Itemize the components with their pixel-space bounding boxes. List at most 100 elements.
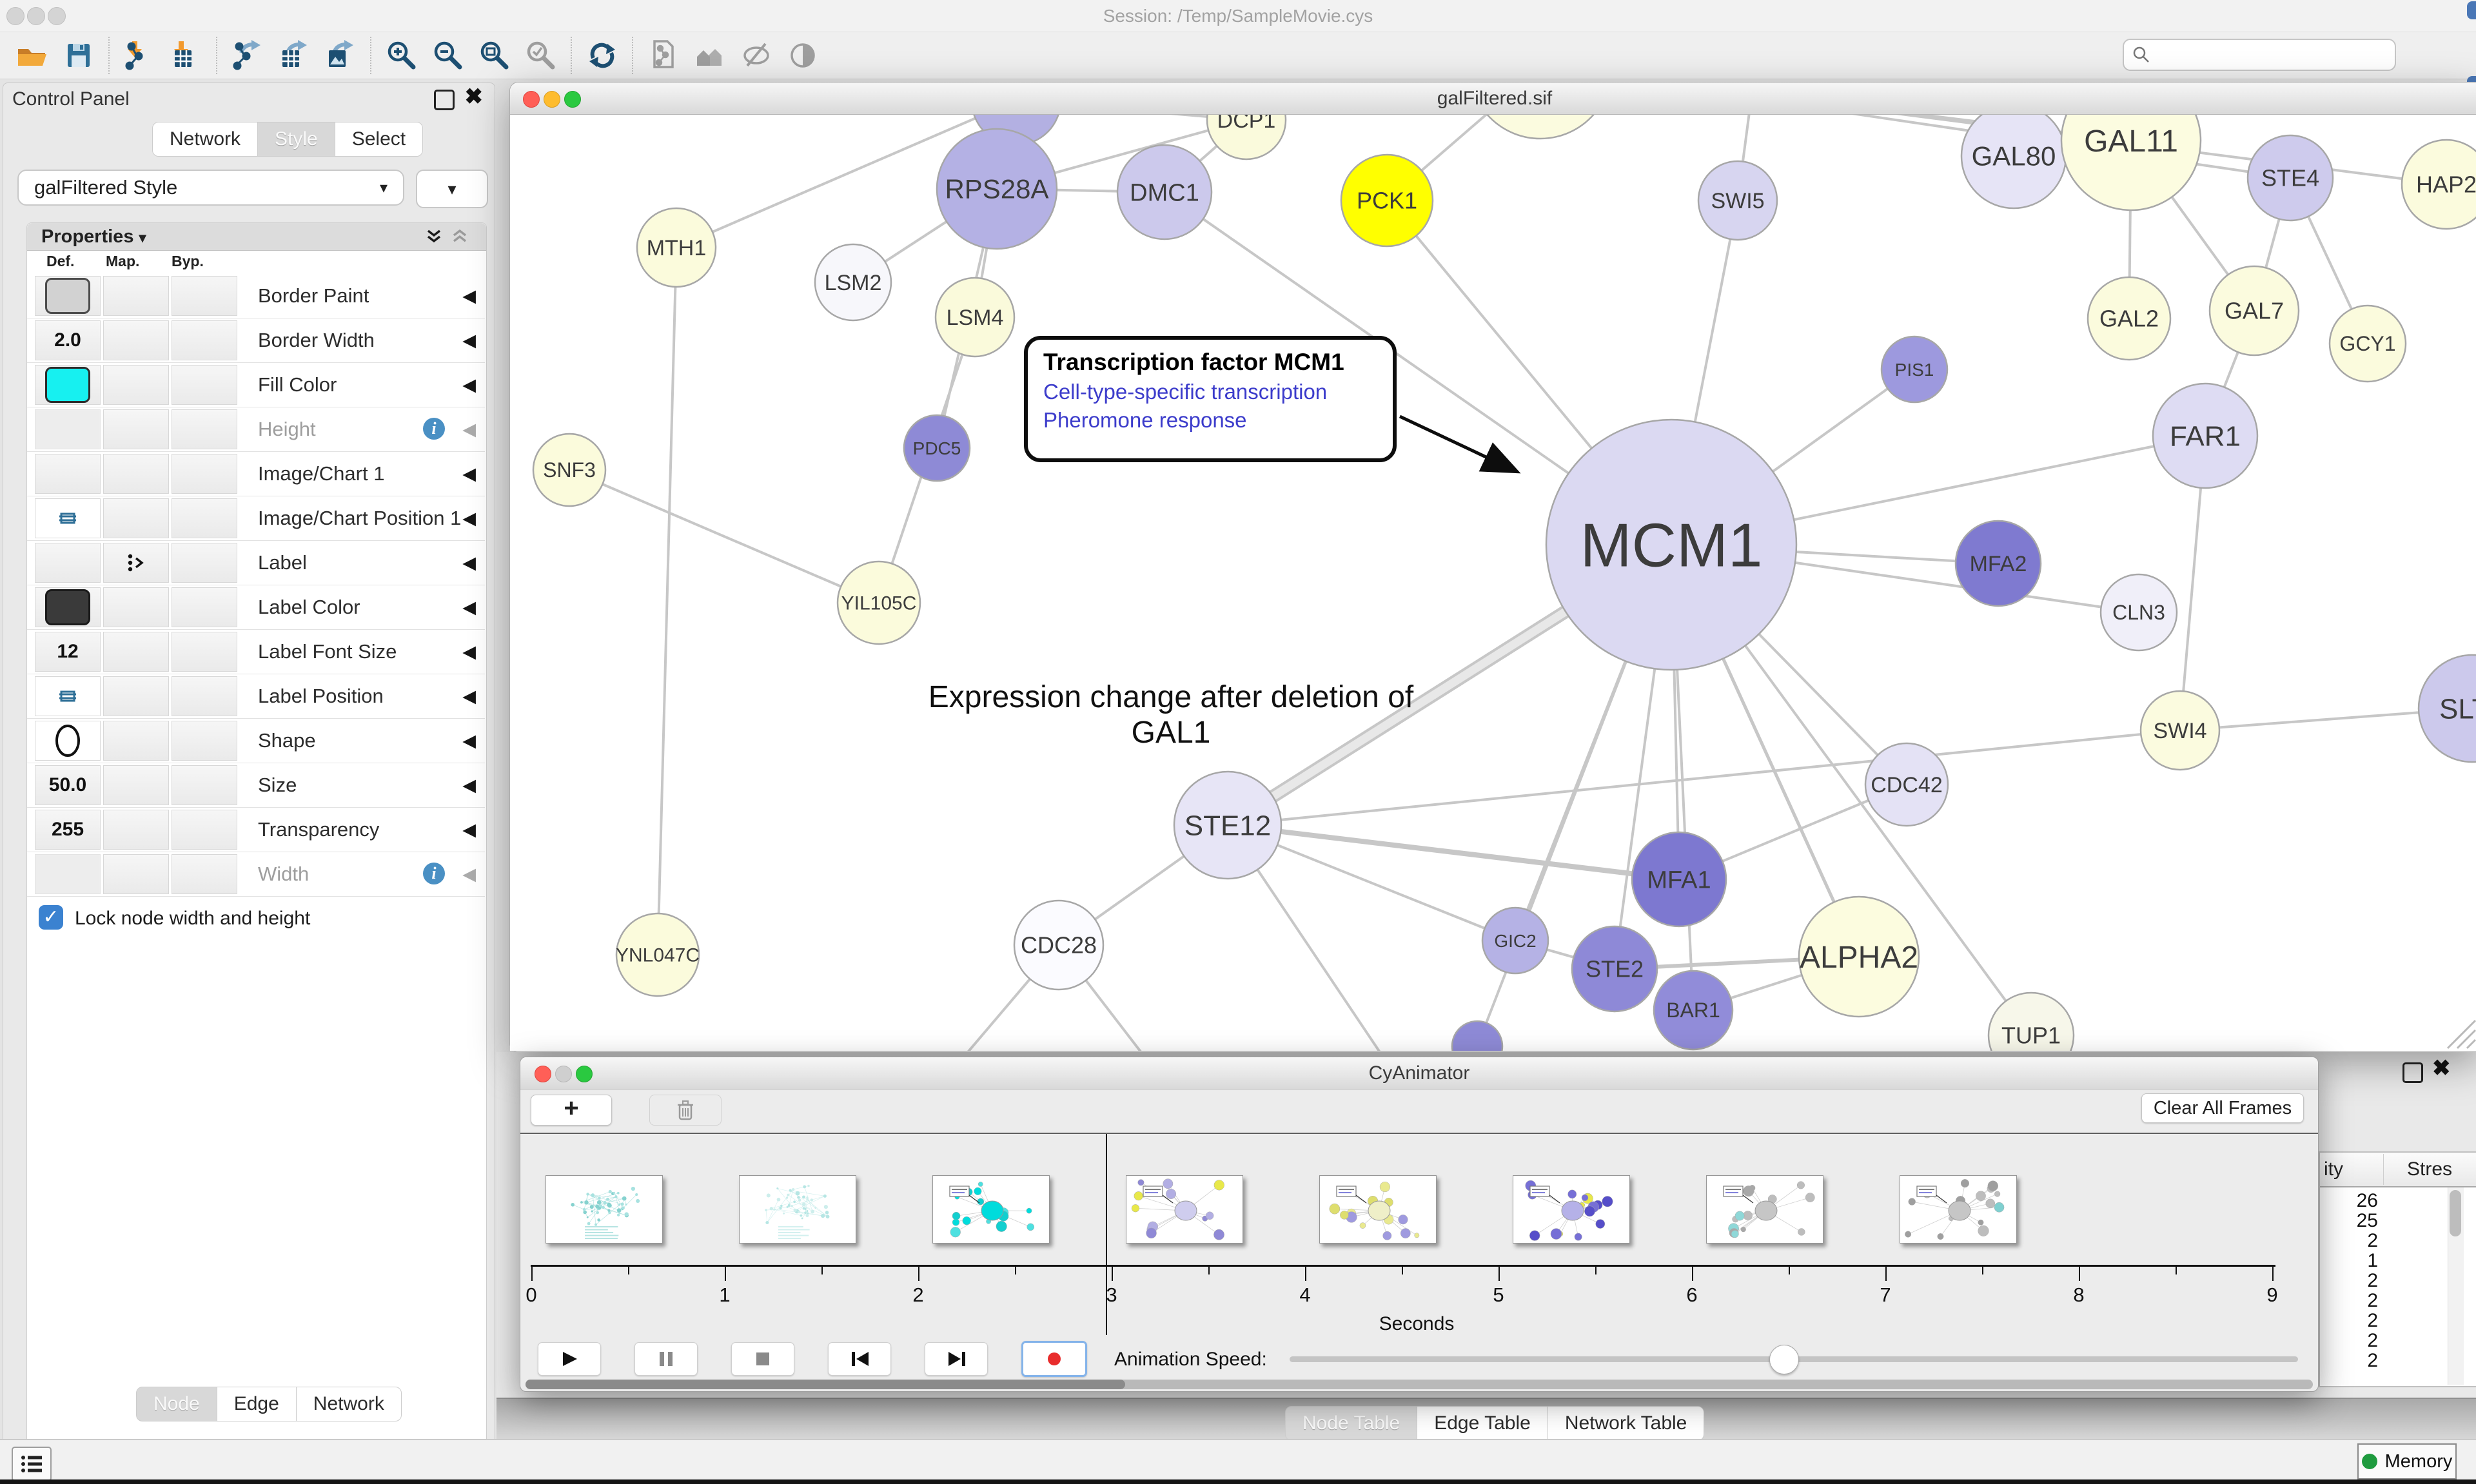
- float-panel-icon[interactable]: [434, 90, 455, 110]
- frame-thumbnail-0[interactable]: [545, 1175, 663, 1244]
- tab-network[interactable]: Network: [296, 1387, 402, 1421]
- zoom-fit-icon[interactable]: [477, 37, 513, 73]
- default-value-cell[interactable]: 2.0: [35, 320, 101, 360]
- default-value-cell[interactable]: [35, 498, 101, 538]
- stop-button[interactable]: [731, 1342, 794, 1376]
- node-top2[interactable]: [1469, 115, 1611, 139]
- tab-node-table[interactable]: Node Table: [1285, 1406, 1417, 1441]
- property-row-border-width[interactable]: 2.0Border Width◀: [27, 318, 485, 363]
- bypass-cell[interactable]: [172, 454, 237, 494]
- expand-property-icon[interactable]: ◀: [462, 375, 476, 395]
- save-session-icon[interactable]: [61, 37, 97, 73]
- frame-thumbnail-2[interactable]: [932, 1175, 1050, 1244]
- expand-all-icon[interactable]: [424, 228, 444, 246]
- bypass-cell[interactable]: [172, 409, 237, 449]
- bypass-cell[interactable]: [172, 320, 237, 360]
- expand-property-icon[interactable]: ◀: [462, 687, 476, 707]
- default-value-cell[interactable]: [35, 365, 101, 405]
- mapping-cell[interactable]: [103, 454, 169, 494]
- bypass-cell[interactable]: [172, 676, 237, 716]
- frame-thumbnail-1[interactable]: [739, 1175, 856, 1244]
- bypass-cell[interactable]: [172, 276, 237, 316]
- expand-property-icon[interactable]: ◀: [462, 464, 476, 484]
- mcm1-annotation[interactable]: Transcription factor MCM1 Cell-type-spec…: [1024, 336, 1397, 462]
- default-value-cell[interactable]: [35, 721, 101, 761]
- frame-thumbnail-6[interactable]: [1706, 1175, 1823, 1244]
- style-selector[interactable]: galFiltered Style ▾: [17, 170, 404, 206]
- mapping-cell[interactable]: [103, 320, 169, 360]
- property-row-image-chart-position-1[interactable]: Image/Chart Position 1◀: [27, 496, 485, 541]
- default-value-cell[interactable]: [35, 854, 101, 894]
- float-table-panel-icon[interactable]: [2402, 1062, 2423, 1083]
- frame-thumbnail-7[interactable]: [1900, 1175, 2017, 1244]
- mapping-cell[interactable]: [103, 276, 169, 316]
- birds-eye-icon[interactable]: [692, 37, 728, 73]
- mapping-cell[interactable]: [103, 365, 169, 405]
- default-value-cell[interactable]: [35, 543, 101, 583]
- mapping-cell[interactable]: [103, 676, 169, 716]
- network-window-titlebar[interactable]: galFiltered.sif: [510, 83, 2476, 115]
- network-snapshot-icon[interactable]: [645, 37, 682, 73]
- node-table-header[interactable]: ity Stres: [2320, 1153, 2476, 1187]
- expand-property-icon[interactable]: ◀: [462, 731, 476, 751]
- timeline-scrollbar[interactable]: [526, 1380, 2313, 1389]
- cyanimator-timeline[interactable]: 0123456789 Seconds: [520, 1134, 2318, 1344]
- property-row-border-paint[interactable]: Border Paint◀: [27, 273, 485, 318]
- expand-property-icon[interactable]: ◀: [462, 598, 476, 618]
- expand-property-icon[interactable]: ◀: [462, 286, 476, 306]
- default-value-cell[interactable]: [35, 409, 101, 449]
- import-network-icon[interactable]: [122, 37, 158, 73]
- tab-select[interactable]: Select: [335, 122, 423, 157]
- property-row-image-chart-1[interactable]: Image/Chart 1◀: [27, 451, 485, 496]
- bypass-cell[interactable]: [172, 365, 237, 405]
- property-row-label-position[interactable]: Label Position◀: [27, 674, 485, 719]
- bypass-cell[interactable]: [172, 854, 237, 894]
- bypass-cell[interactable]: [172, 543, 237, 583]
- annotation-link-1[interactable]: Cell-type-specific transcription: [1043, 380, 1377, 404]
- hide-graphics-icon[interactable]: [738, 37, 774, 73]
- tab-network-table[interactable]: Network Table: [1548, 1406, 1705, 1441]
- property-row-height[interactable]: Heighti◀: [27, 407, 485, 452]
- property-row-size[interactable]: 50.0Size◀: [27, 763, 485, 808]
- export-image-icon[interactable]: [322, 37, 359, 73]
- zoom-selected-icon[interactable]: [523, 37, 559, 73]
- open-session-icon[interactable]: [14, 37, 50, 73]
- expand-property-icon[interactable]: ◀: [462, 553, 476, 573]
- delete-frame-button[interactable]: [649, 1095, 722, 1126]
- expand-property-icon[interactable]: ◀: [462, 776, 476, 796]
- zoom-out-icon[interactable]: [430, 37, 466, 73]
- memory-button[interactable]: Memory: [2357, 1443, 2457, 1479]
- default-value-cell[interactable]: [35, 276, 101, 316]
- default-value-cell[interactable]: 255: [35, 810, 101, 850]
- close-table-panel-icon[interactable]: ✖: [2432, 1060, 2451, 1077]
- animation-speed-slider[interactable]: [1290, 1356, 2298, 1362]
- frame-thumbnail-3[interactable]: [1126, 1175, 1243, 1244]
- property-row-label-font-size[interactable]: 12Label Font Size◀: [27, 629, 485, 674]
- pause-button[interactable]: [634, 1342, 698, 1376]
- style-options-button[interactable]: ▾: [416, 170, 488, 208]
- export-table-icon[interactable]: [276, 37, 312, 73]
- default-value-cell[interactable]: [35, 587, 101, 627]
- expand-property-icon[interactable]: ◀: [462, 331, 476, 351]
- annotation-link-2[interactable]: Pheromone response: [1043, 408, 1377, 433]
- bypass-cell[interactable]: [172, 587, 237, 627]
- edge-mth1-ynl047c[interactable]: [658, 248, 676, 955]
- mapping-cell[interactable]: [103, 632, 169, 672]
- frame-thumbnail-5[interactable]: [1513, 1175, 1630, 1244]
- zoom-in-icon[interactable]: [384, 37, 420, 73]
- slider-thumb[interactable]: [1769, 1345, 1799, 1374]
- mapping-cell[interactable]: [103, 854, 169, 894]
- tab-edge-table[interactable]: Edge Table: [1417, 1406, 1548, 1441]
- edge-snf3-yil105c[interactable]: [569, 470, 879, 603]
- task-history-button[interactable]: [12, 1447, 52, 1481]
- record-button[interactable]: [1021, 1341, 1087, 1377]
- mapping-cell[interactable]: [103, 498, 169, 538]
- mapping-cell[interactable]: [103, 409, 169, 449]
- mapping-cell[interactable]: [103, 810, 169, 850]
- right-drawer-handle-icon[interactable]: [2467, 1, 2476, 19]
- skip-to-start-button[interactable]: [828, 1342, 891, 1376]
- tab-node[interactable]: Node: [136, 1387, 217, 1421]
- property-row-width[interactable]: Widthi◀: [27, 852, 485, 897]
- default-value-cell[interactable]: 12: [35, 632, 101, 672]
- window-resize-grip-icon[interactable]: [2448, 1020, 2475, 1048]
